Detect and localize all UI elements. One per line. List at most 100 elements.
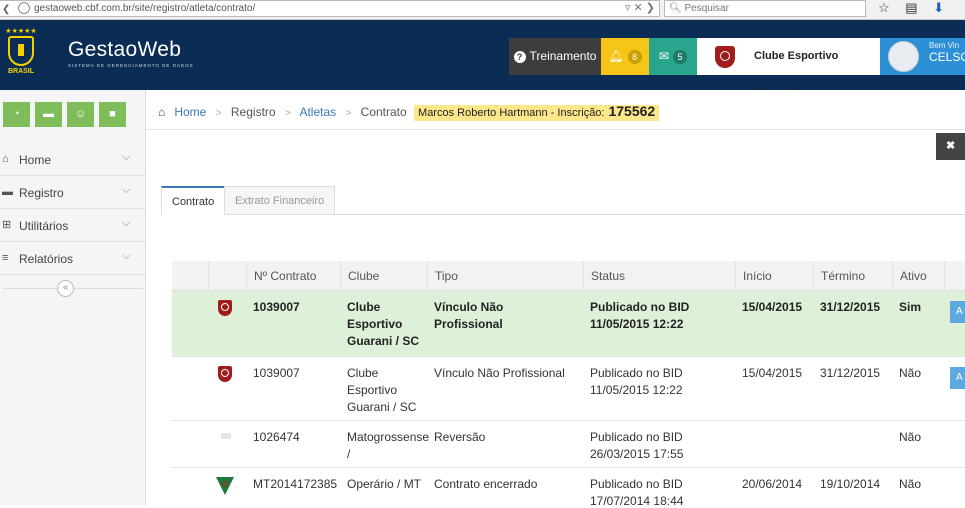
chevron-down-icon: ⌵ — [122, 151, 131, 163]
cell-clube: Operário / MT — [347, 477, 422, 491]
sidebar-item-home[interactable]: ⌂ Home ⌵ — [0, 143, 146, 176]
row-action-button[interactable]: A — [950, 301, 965, 323]
collapse-sidebar-button[interactable]: « — [57, 280, 74, 297]
breadcrumb-atletas[interactable]: Atletas — [299, 105, 336, 119]
row-action-button[interactable]: A — [950, 367, 965, 389]
gauge-icon: ◔ — [13, 108, 20, 120]
cell-status: Publicado no BID 11/05/2015 12:22 — [590, 366, 683, 397]
cell-termino: 19/10/2014 — [820, 477, 881, 491]
notifications-button[interactable]: 🔔︎ 8 — [601, 38, 649, 75]
chevron-down-icon: ⌵ — [122, 217, 131, 229]
breadcrumb-contrato: Contrato — [360, 105, 407, 119]
shield-icon — [8, 36, 34, 66]
sidebar: ◔ ▬ ☺ ■ ⌂ Home ⌵ ▬ Registro ⌵ ⊞ Utilitár… — [0, 90, 146, 505]
cell-termino: 31/12/2015 — [820, 300, 881, 314]
cell-numero: MT2014172385 — [253, 477, 338, 491]
cell-numero: 1039007 — [253, 300, 300, 314]
browser-search-input[interactable]: 🔍︎ Pesquisar — [664, 0, 866, 17]
bookmark-star-icon[interactable]: ☆ — [878, 0, 890, 15]
header-tipo[interactable]: Tipo — [427, 261, 583, 291]
cell-ativo: Não — [899, 366, 922, 380]
cell-status: Publicado no BID 26/03/2015 17:55 — [590, 430, 684, 461]
cell-numero: 1039007 — [253, 366, 300, 380]
cbf-logo[interactable]: ★★★★★ BRASIL — [3, 27, 39, 85]
browser-icons: ☆ ▤ ⬇ — [878, 0, 956, 16]
address-bar[interactable]: ❮ gestaoweb.cbf.com.br/site/registro/atl… — [0, 0, 660, 17]
brand[interactable]: GestaoWeb SISTEMA DE GERENCIAMENTO DE DA… — [68, 38, 194, 68]
breadcrumb-home[interactable]: Home — [174, 105, 206, 119]
table-row[interactable]: MT2014172385 Operário / MT Contrato ence… — [172, 468, 965, 508]
home-icon: ⌂ — [2, 153, 9, 165]
logo-text: BRASIL — [7, 68, 35, 75]
chat-quick-button[interactable]: ▬ — [35, 102, 62, 127]
sidebar-item-label: Relatórios — [19, 252, 74, 266]
header-icon-col — [208, 261, 246, 291]
cell-inicio: 15/04/2015 — [742, 300, 803, 314]
header-status[interactable]: Status — [583, 261, 735, 291]
cell-tipo: Contrato encerrado — [434, 477, 538, 491]
breadcrumb-separator: > — [284, 108, 291, 119]
url-text: gestaoweb.cbf.com.br/site/registro/atlet… — [34, 3, 256, 14]
messages-button[interactable]: ✉ 5 — [649, 38, 697, 75]
folder-icon: ▬ — [2, 186, 13, 198]
athlete-label: Marcos Roberto Hartmann - Inscrição: — [418, 107, 605, 119]
users-quick-button[interactable]: ☺ — [67, 102, 94, 127]
brand-name: GestaoWeb — [68, 38, 182, 61]
table-row[interactable]: 1039007 Clube Esportivo Guarani / SC Vín… — [172, 357, 965, 421]
header-crest — [172, 261, 208, 291]
user-menu[interactable]: Bem Vin CELSO — [880, 38, 965, 75]
close-icon: ✖ — [946, 140, 956, 152]
cell-tipo: Vínculo Não Profissional — [434, 300, 504, 331]
header-numero[interactable]: Nº Contrato — [246, 261, 340, 291]
user-name: CELSO — [929, 50, 965, 64]
tab-extrato-financeiro[interactable]: Extrato Financeiro — [224, 186, 336, 215]
home-icon: ⌂ — [158, 105, 166, 119]
back-icon[interactable]: ❮ — [2, 2, 10, 17]
header-inicio[interactable]: Início — [735, 261, 813, 291]
sidebar-item-relatorios[interactable]: ≡ Relatórios ⌵ — [0, 242, 146, 275]
list-icon: ≡ — [2, 252, 9, 264]
breadcrumb-bar: ⌂ Home > Registro > Atletas > Contrato M… — [146, 90, 965, 130]
club-crest-icon — [218, 300, 232, 316]
cell-status: Publicado no BID 11/05/2015 12:22 — [590, 300, 690, 331]
athlete-badge: Marcos Roberto Hartmann - Inscrição: 1755… — [414, 103, 660, 121]
comment-icon: ▬ — [43, 108, 54, 120]
tab-bar: Contrato Extrato Financeiro — [161, 186, 965, 215]
download-icon[interactable]: ⬇ — [933, 0, 944, 15]
sidebar-item-utilitarios[interactable]: ⊞ Utilitários ⌵ — [0, 209, 146, 242]
cell-ativo: Não — [899, 430, 922, 444]
notifications-badge: 8 — [627, 49, 642, 64]
tab-contrato[interactable]: Contrato — [161, 186, 226, 215]
reader-icon[interactable]: ▤ — [905, 0, 917, 15]
bookmark-quick-button[interactable]: ■ — [99, 102, 126, 127]
cell-inicio: 15/04/2015 — [742, 366, 803, 380]
cell-clube: Matogrossense / — [347, 430, 430, 461]
sidebar-item-label: Home — [19, 153, 52, 167]
breadcrumb-separator: > — [215, 108, 222, 119]
cell-inicio: 20/06/2014 — [742, 477, 803, 491]
avatar — [888, 41, 919, 72]
browser-toolbar: ❮ gestaoweb.cbf.com.br/site/registro/atl… — [0, 0, 965, 20]
header-ativo[interactable]: Ativo — [892, 261, 944, 291]
cell-tipo: Vínculo Não Profissional — [434, 366, 565, 380]
table-row[interactable]: 1026474 Matogrossense / Reversão Publica… — [172, 421, 965, 468]
sidebar-item-registro[interactable]: ▬ Registro ⌵ — [0, 176, 146, 209]
header-termino[interactable]: Término — [813, 261, 892, 291]
cell-ativo: Sim — [899, 300, 922, 314]
stars-icon: ★★★★★ — [5, 28, 37, 35]
club-selector[interactable]: Clube Esportivo Guarani — [697, 38, 880, 99]
dashboard-quick-button[interactable]: ◔ — [3, 102, 30, 127]
training-label: Treinamento — [529, 49, 597, 63]
table-row[interactable]: 1039007 Clube Esportivo Guarani / SC Vín… — [172, 291, 965, 357]
address-controls[interactable]: ▿ ✕ ❯ — [625, 1, 655, 16]
close-button[interactable]: ✖ — [936, 133, 965, 160]
sidebar-menu: ⌂ Home ⌵ ▬ Registro ⌵ ⊞ Utilitários ⌵ ≡ … — [0, 143, 146, 275]
bookmark-icon: ■ — [109, 108, 116, 120]
cell-numero: 1026474 — [253, 430, 300, 444]
table-header: Nº Contrato Clube Tipo Status Início Tér… — [172, 261, 965, 291]
search-placeholder: Pesquisar — [684, 3, 729, 14]
header-clube[interactable]: Clube — [340, 261, 427, 291]
training-button[interactable]: ? Treinamento — [509, 38, 601, 75]
athlete-id: 175562 — [608, 103, 656, 119]
header-actions — [944, 261, 965, 291]
